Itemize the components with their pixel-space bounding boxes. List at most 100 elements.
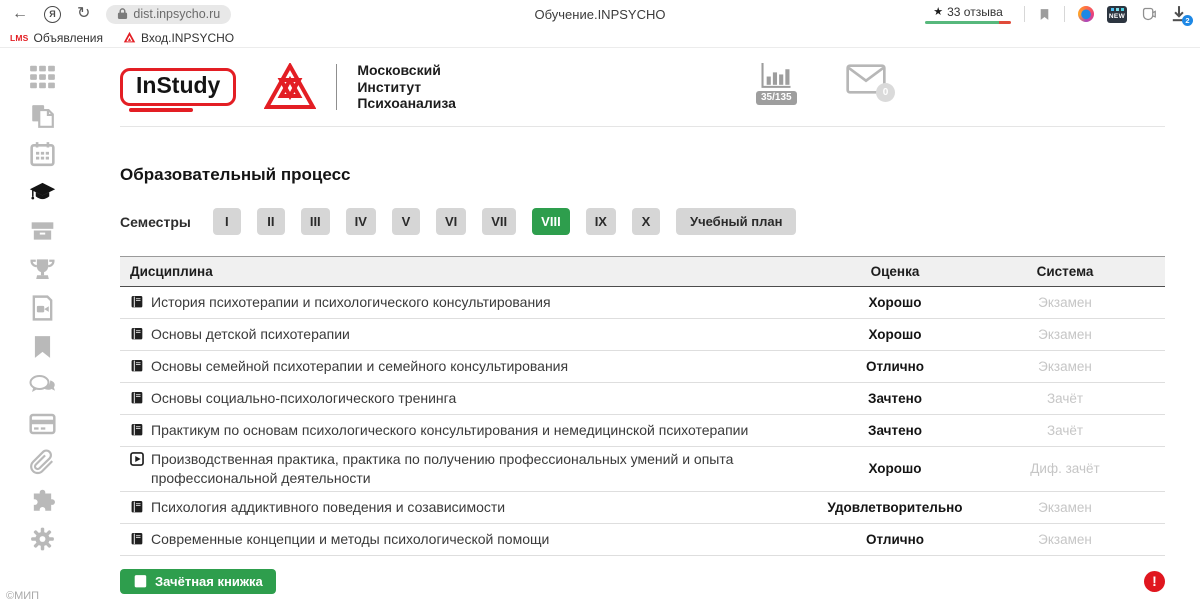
- table-row: Психология аддиктивного поведения и соза…: [120, 492, 1165, 524]
- mail-widget[interactable]: 0: [846, 64, 886, 94]
- sidebar-item-settings[interactable]: [29, 526, 56, 552]
- sidebar-item-attachments[interactable]: [29, 449, 56, 475]
- page-heading: Образовательный процесс: [120, 165, 1165, 185]
- institute-logo-icon[interactable]: [264, 63, 316, 111]
- sidebar-item-messages[interactable]: [29, 372, 56, 398]
- progress-badge: 35/135: [756, 91, 797, 105]
- sidebar-item-calendar[interactable]: [29, 141, 56, 167]
- semester-button-II[interactable]: II: [257, 208, 285, 235]
- sidebar-item-apps[interactable]: [29, 64, 56, 90]
- discipline-cell[interactable]: Основы социально-психологического тренин…: [120, 389, 825, 408]
- column-discipline: Дисциплина: [120, 264, 825, 279]
- semester-button-IV[interactable]: IV: [346, 208, 376, 235]
- refresh-button[interactable]: ↻: [77, 6, 90, 22]
- logo-divider: [336, 64, 337, 110]
- semester-button-I[interactable]: I: [213, 208, 241, 235]
- video-icon: [130, 452, 144, 466]
- puzzle-icon: [29, 488, 56, 514]
- collections-icon[interactable]: [1140, 6, 1157, 23]
- system-cell: Экзамен: [965, 500, 1165, 515]
- discipline-cell[interactable]: Практикум по основам психологического ко…: [120, 421, 825, 440]
- semester-button-VI[interactable]: VI: [436, 208, 466, 235]
- app-window: ©МИП InStudy Московский Институт Психоан…: [0, 48, 1200, 604]
- instudy-logo[interactable]: InStudy: [120, 68, 236, 106]
- discipline-cell[interactable]: Основы детской психотерапии: [120, 325, 825, 344]
- bookmark-item-announcements[interactable]: LMS Объявления: [10, 31, 103, 45]
- sidebar-item-education[interactable]: [29, 180, 56, 206]
- lms-favicon: LMS: [10, 33, 29, 43]
- semesters-label: Семестры: [120, 214, 191, 230]
- alert-icon[interactable]: !: [1144, 571, 1165, 592]
- system-cell: Экзамен: [965, 295, 1165, 310]
- main-area: InStudy Московский Институт Психоанализа…: [85, 48, 1200, 604]
- browser-toolbar: ← Я ↻ dist.inpsycho.ru Обучение.INPSYCHO…: [0, 0, 1200, 28]
- downloads-badge: 2: [1182, 15, 1193, 26]
- discipline-cell[interactable]: Психология аддиктивного поведения и соза…: [120, 498, 825, 517]
- gradebook-button-label: Зачётная книжка: [155, 574, 263, 589]
- book-icon: [130, 295, 144, 309]
- back-button[interactable]: ←: [12, 6, 28, 22]
- system-cell: Экзамен: [965, 327, 1165, 342]
- discipline-cell[interactable]: Современные концепции и методы психологи…: [120, 530, 825, 549]
- bottom-row: Зачётная книжка !: [120, 569, 1165, 594]
- grade-cell: Удовлетворительно: [825, 500, 965, 515]
- sidebar-item-video-materials[interactable]: [29, 295, 56, 321]
- paperclip-icon: [29, 449, 56, 475]
- sidebar-item-documents[interactable]: [29, 103, 56, 129]
- table-row: Основы детской психотерапииХорошоЭкзамен: [120, 319, 1165, 351]
- semester-button-VIII[interactable]: VIII: [532, 208, 570, 235]
- book-icon: [130, 391, 144, 405]
- gear-icon: [29, 526, 56, 552]
- bar-chart-icon: [760, 62, 792, 90]
- reviews-count: 33 отзыва: [947, 5, 1003, 19]
- curriculum-plan-button[interactable]: Учебный план: [676, 208, 796, 235]
- system-cell: Диф. зачёт: [965, 461, 1165, 476]
- institute-name-line: Психоанализа: [357, 95, 456, 112]
- address-bar[interactable]: dist.inpsycho.ru: [106, 5, 231, 24]
- sidebar-item-bookmarks[interactable]: [29, 334, 56, 360]
- browser-logo-icon[interactable]: Я: [44, 6, 61, 23]
- discipline-title: Основы детской психотерапии: [151, 325, 350, 344]
- trophy-icon: [29, 257, 56, 283]
- discipline-title: Основы семейной психотерапии и семейного…: [151, 357, 568, 376]
- bookmarks-bar: LMS Объявления Вход.INPSYCHO: [0, 28, 1200, 48]
- grades-table: Дисциплина Оценка Система История психот…: [120, 256, 1165, 556]
- browser-extension-icon[interactable]: [1078, 6, 1094, 22]
- gradebook-button[interactable]: Зачётная книжка: [120, 569, 276, 594]
- book-icon: [133, 574, 148, 589]
- reviews-widget[interactable]: ★ 33 отзыва: [925, 5, 1011, 24]
- sidebar-item-extensions[interactable]: [29, 488, 56, 514]
- semester-button-V[interactable]: V: [392, 208, 420, 235]
- new-badge-label: NEW: [1109, 13, 1125, 23]
- discipline-cell[interactable]: Производственная практика, практика по п…: [120, 450, 825, 488]
- grade-cell: Отлично: [825, 359, 965, 374]
- new-year-extension-icon[interactable]: NEW: [1107, 6, 1127, 23]
- lock-icon: [117, 7, 128, 20]
- grid-icon: [29, 64, 56, 90]
- discipline-cell[interactable]: История психотерапии и психологического …: [120, 293, 825, 312]
- institute-name-line: Институт: [357, 79, 456, 96]
- semester-button-III[interactable]: III: [301, 208, 330, 235]
- semester-button-VII[interactable]: VII: [482, 208, 516, 235]
- discipline-title: Производственная практика, практика по п…: [151, 450, 825, 488]
- semester-button-IX[interactable]: IX: [586, 208, 616, 235]
- bookmark-item-login[interactable]: Вход.INPSYCHO: [123, 31, 234, 45]
- column-system: Система: [965, 264, 1165, 279]
- semester-buttons: IIIIIIIVVVIVIIVIIIIXX: [213, 208, 660, 235]
- discipline-cell[interactable]: Основы семейной психотерапии и семейного…: [120, 357, 825, 376]
- sidebar-item-archive[interactable]: [29, 218, 56, 244]
- graduation-cap-icon: [29, 180, 56, 206]
- page-title: Обучение.INPSYCHO: [535, 7, 666, 22]
- toolbar-right: ★ 33 отзыва NEW 2: [925, 5, 1188, 24]
- downloads-button[interactable]: 2: [1170, 5, 1188, 23]
- progress-widget[interactable]: 35/135: [756, 62, 797, 105]
- sidebar-item-achievements[interactable]: [29, 257, 56, 283]
- sidebar-nav: ©МИП: [0, 48, 85, 604]
- sidebar-item-payments[interactable]: [29, 411, 56, 437]
- semester-button-X[interactable]: X: [632, 208, 660, 235]
- divider: [1024, 6, 1025, 22]
- bookmark-flag-icon[interactable]: [1038, 7, 1051, 22]
- grade-cell: Зачтено: [825, 423, 965, 438]
- table-row: История психотерапии и психологического …: [120, 287, 1165, 319]
- grade-cell: Отлично: [825, 532, 965, 547]
